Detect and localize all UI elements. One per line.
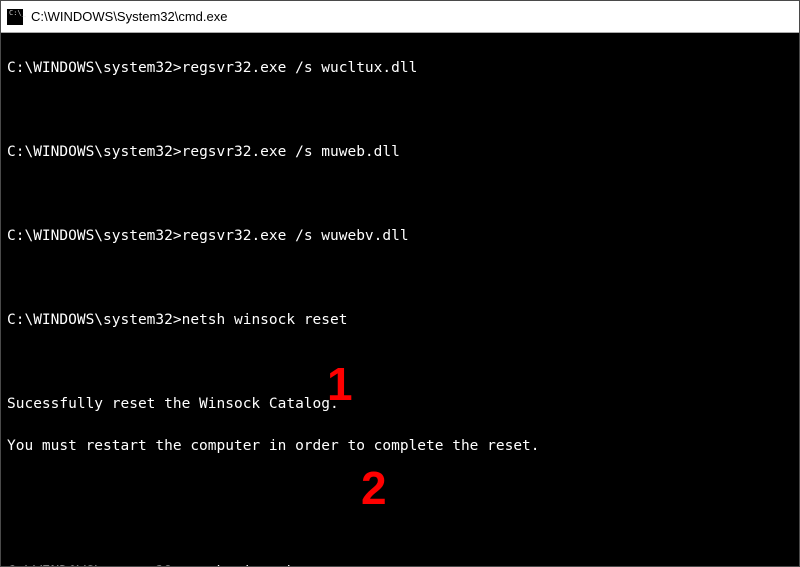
cmd-line: C:\WINDOWS\system32>netsh winsock reset xyxy=(7,310,793,331)
blank-line xyxy=(7,268,793,289)
cmd-line: C:\WINDOWS\system32>regsvr32.exe /s muwe… xyxy=(7,142,793,163)
blank-line xyxy=(7,100,793,121)
cmd-line: C:\WINDOWS\system32>netsh winsock reset … xyxy=(7,562,793,566)
output-line: You must restart the computer in order t… xyxy=(7,436,793,457)
blank-line xyxy=(7,520,793,541)
cmd-line: C:\WINDOWS\system32>regsvr32.exe /s wuwe… xyxy=(7,226,793,247)
window-title: C:\WINDOWS\System32\cmd.exe xyxy=(31,9,227,24)
blank-line xyxy=(7,478,793,499)
cmd-icon xyxy=(7,9,23,25)
output-line: Sucessfully reset the Winsock Catalog. xyxy=(7,394,793,415)
blank-line xyxy=(7,184,793,205)
cmd-line: C:\WINDOWS\system32>regsvr32.exe /s wucl… xyxy=(7,58,793,79)
blank-line xyxy=(7,352,793,373)
cmd-window: C:\WINDOWS\System32\cmd.exe C:\WINDOWS\s… xyxy=(0,0,800,567)
titlebar[interactable]: C:\WINDOWS\System32\cmd.exe xyxy=(1,1,799,33)
terminal-area[interactable]: C:\WINDOWS\system32>regsvr32.exe /s wucl… xyxy=(1,33,799,566)
